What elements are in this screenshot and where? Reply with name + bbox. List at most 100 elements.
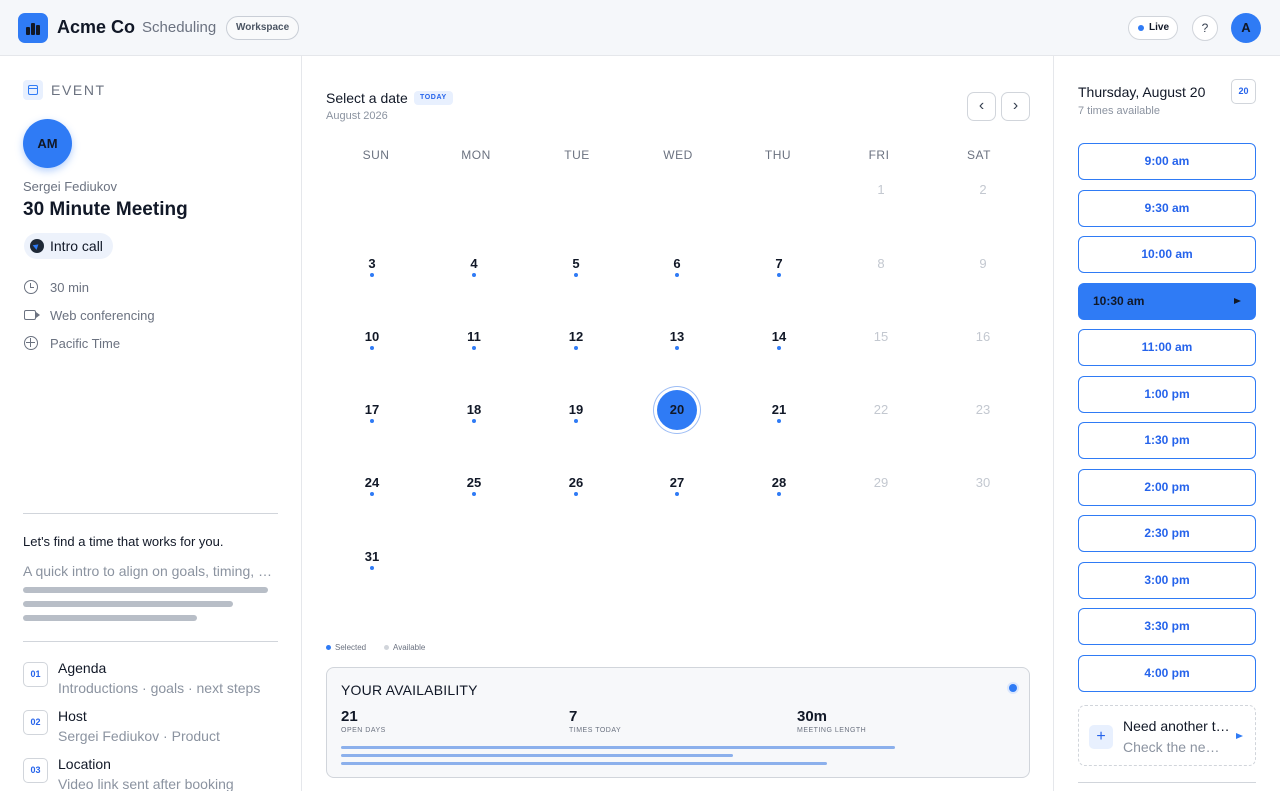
live-dot-icon — [1138, 25, 1144, 31]
clock-icon — [24, 280, 38, 294]
calendar-day: 15 — [873, 329, 889, 344]
time-slot[interactable]: 10:00 am — [1078, 236, 1256, 273]
live-status-badge[interactable]: Live — [1128, 16, 1178, 40]
intro-call-chip[interactable]: Intro call — [24, 233, 113, 259]
location-detail: Video link sent after booking — [58, 776, 234, 791]
time-slot[interactable]: 3:30 pm — [1078, 608, 1256, 645]
time-slot[interactable]: 9:30 am — [1078, 190, 1256, 227]
event-details-panel: EVENT AM Sergei Fediukov 30 Minute Meeti… — [0, 56, 302, 791]
times-available-text: 7 times available — [1078, 105, 1160, 117]
calendar-day[interactable]: 21 — [759, 390, 799, 430]
time-slot[interactable]: 1:00 pm — [1078, 376, 1256, 413]
calendar-panel: Select a date TODAY August 2026 ‹ › SUN … — [302, 56, 1054, 791]
calendar-day[interactable]: 13 — [657, 317, 697, 357]
event-section-label: EVENT — [51, 82, 106, 98]
brand-name: Acme Co — [57, 17, 136, 37]
calendar-day: 8 — [877, 256, 885, 271]
selected-day-badge: 20 — [1231, 79, 1256, 104]
help-button[interactable]: ? — [1192, 15, 1218, 41]
live-label: Live — [1149, 22, 1170, 33]
video-icon — [24, 310, 40, 320]
item-number-badge: 02 — [23, 710, 48, 735]
availability-bar — [341, 762, 827, 765]
time-slot[interactable]: 4:00 pm — [1078, 655, 1256, 692]
calendar-day[interactable]: 24 — [352, 463, 392, 503]
intro-call-label: Intro call — [50, 238, 103, 254]
chevron-left-icon[interactable]: ‹ — [967, 92, 996, 121]
need-another-time-card[interactable]: + Need another time? Check the next avai… — [1078, 705, 1256, 766]
agenda-item: 01 Agenda Introductions · goals · next s… — [23, 660, 293, 704]
calendar-day: 16 — [975, 329, 991, 344]
meeting-title: 30 Minute Meeting — [23, 199, 188, 220]
host-detail: Sergei Fediukov · Product — [58, 728, 220, 744]
plus-icon: + — [1089, 725, 1113, 749]
selected-dot-icon — [326, 645, 331, 650]
calendar-day[interactable]: 7 — [759, 244, 799, 284]
item-number-badge: 01 — [23, 662, 48, 687]
availability-bar — [341, 746, 895, 749]
calendar-day[interactable]: 26 — [556, 463, 596, 503]
divider — [23, 641, 278, 642]
calendar-day: 23 — [975, 402, 991, 417]
need-another-subtitle: Check the next available day — [1123, 739, 1223, 755]
weekday-fri: FRI — [868, 148, 890, 162]
calendar-day[interactable]: 14 — [759, 317, 799, 357]
host-title: Host — [58, 708, 87, 724]
calendar-day[interactable]: 31 — [352, 537, 392, 577]
selected-slot-label: 10:30 am — [1093, 294, 1145, 308]
time-slot[interactable]: 1:30 pm — [1078, 422, 1256, 459]
time-slot[interactable]: 3:00 pm — [1078, 562, 1256, 599]
weekday-thu: THU — [764, 148, 792, 162]
divider — [23, 513, 278, 514]
calendar-day[interactable]: 4 — [454, 244, 494, 284]
time-slot[interactable]: 2:00 pm — [1078, 469, 1256, 506]
calendar-day[interactable]: 5 — [556, 244, 596, 284]
agenda-title: Agenda — [58, 660, 107, 676]
availability-title: YOUR AVAILABILITY — [341, 682, 478, 698]
calendar-day: 30 — [975, 475, 991, 490]
calendar-day: 2 — [979, 182, 987, 197]
calendar-day: 1 — [877, 182, 885, 197]
time-slot-selected[interactable]: 10:30 am — [1078, 283, 1256, 320]
agenda-detail: Introductions · goals · next steps — [58, 680, 261, 696]
chevron-right-icon[interactable]: › — [1001, 92, 1030, 121]
event-description: A quick intro to align on goals, timing,… — [23, 563, 278, 579]
calendar-day: 29 — [873, 475, 889, 490]
calendar-day-selected[interactable]: 20 — [657, 390, 697, 430]
play-arrow-icon — [1236, 733, 1243, 739]
calendar-day[interactable]: 10 — [352, 317, 392, 357]
calendar-day[interactable]: 27 — [657, 463, 697, 503]
weekday-tue: TUE — [564, 148, 590, 162]
selected-date-heading: Thursday, August 20 — [1078, 84, 1206, 100]
calendar-day: 22 — [873, 402, 889, 417]
weekday-mon: MON — [461, 148, 491, 162]
item-number-badge: 03 — [23, 758, 48, 783]
send-icon — [30, 239, 44, 253]
calendar-day[interactable]: 19 — [556, 390, 596, 430]
time-slot[interactable]: 2:30 pm — [1078, 515, 1256, 552]
time-slots-panel: Thursday, August 20 7 times available 20… — [1054, 56, 1280, 791]
app-header: Acme Co Scheduling Workspace Live ? A — [0, 0, 1280, 56]
calendar-day[interactable]: 25 — [454, 463, 494, 503]
calendar-day[interactable]: 12 — [556, 317, 596, 357]
user-avatar[interactable]: A — [1231, 13, 1261, 43]
stat-meeting-length: 30m MEETING LENGTH — [797, 708, 867, 734]
calendar-day[interactable]: 17 — [352, 390, 392, 430]
globe-icon — [24, 336, 38, 350]
today-button[interactable]: TODAY — [414, 91, 453, 105]
weekday-wed: WED — [663, 148, 693, 162]
calendar-day[interactable]: 28 — [759, 463, 799, 503]
calendar-day[interactable]: 3 — [352, 244, 392, 284]
duration-text: 30 min — [50, 280, 90, 295]
stat-times-today: 7 TIMES TODAY — [569, 708, 622, 734]
calendar-heading: Select a date — [326, 90, 408, 106]
calendar-day[interactable]: 18 — [454, 390, 494, 430]
text-placeholder-line — [23, 601, 233, 607]
timezone-text: Pacific Time — [50, 336, 121, 351]
workspace-button[interactable]: Workspace — [226, 16, 300, 40]
text-placeholder-line — [23, 587, 268, 593]
calendar-day[interactable]: 11 — [454, 317, 494, 357]
time-slot[interactable]: 9:00 am — [1078, 143, 1256, 180]
time-slot[interactable]: 11:00 am — [1078, 329, 1256, 366]
calendar-day[interactable]: 6 — [657, 244, 697, 284]
